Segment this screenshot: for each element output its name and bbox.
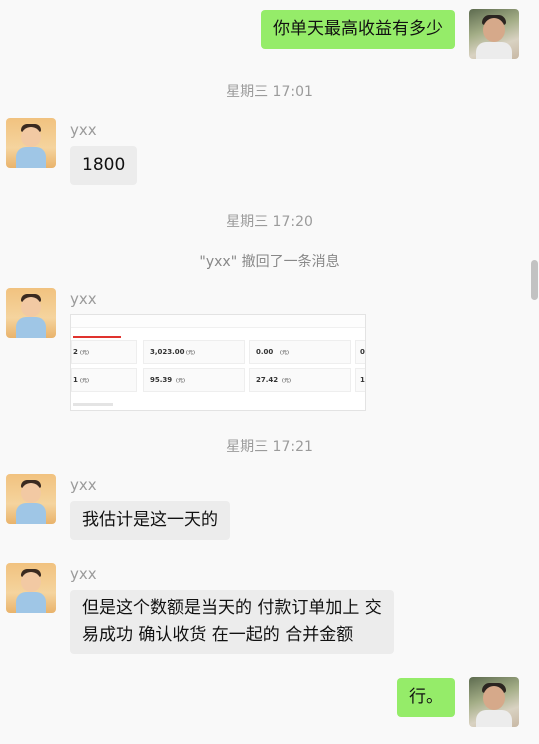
message-bubble-outgoing[interactable]: 你单天最高收益有多少 [261, 10, 455, 49]
contact-avatar[interactable] [6, 563, 56, 613]
message-bubble-incoming[interactable]: 1800 [70, 146, 138, 185]
stat-cell: 0.00 (元) [249, 340, 351, 364]
timestamp: 星期三 17:20 [226, 214, 313, 230]
contact-avatar[interactable] [6, 288, 56, 338]
contact-avatar[interactable] [6, 118, 56, 168]
contact-nickname: yxx [70, 121, 97, 139]
stat-cell: 2 (元) [71, 340, 137, 364]
contact-nickname: yxx [70, 476, 97, 494]
thumbnail-toolbar [71, 315, 365, 328]
scrollbar-thumb[interactable] [531, 260, 538, 300]
contact-nickname: yxx [70, 565, 97, 583]
self-avatar[interactable] [469, 677, 519, 727]
message-bubble-incoming[interactable]: 我估计是这一天的 [70, 501, 230, 540]
contact-avatar[interactable] [6, 474, 56, 524]
stat-cell: 1 (元) [71, 368, 137, 392]
stat-cell: 3,023.00 (元) [143, 340, 245, 364]
timestamp: 星期三 17:21 [226, 439, 313, 455]
message-line: 但是这个数额是当天的 付款订单加上 交 [82, 598, 382, 618]
thumbnail-footer [73, 403, 113, 406]
message-bubble-incoming[interactable]: 但是这个数额是当天的 付款订单加上 交 易成功 确认收货 在一起的 合并金额 [70, 590, 394, 654]
contact-nickname: yxx [70, 290, 97, 308]
message-line: 易成功 确认收货 在一起的 合并金额 [82, 625, 354, 645]
image-message-thumbnail[interactable]: 2 (元) 3,023.00 (元) 0.00 (元) 0 1 (元) 95.3… [70, 314, 366, 411]
message-bubble-outgoing[interactable]: 行。 [397, 678, 455, 717]
stat-cell: 95.39 (元) [143, 368, 245, 392]
stat-cell: 0 [355, 340, 365, 364]
stat-cell: 27.42 (元) [249, 368, 351, 392]
timestamp: 星期三 17:01 [226, 84, 313, 100]
recall-notice: "yxx" 撤回了一条消息 [199, 254, 340, 270]
self-avatar[interactable] [469, 9, 519, 59]
stat-cell: 1 [355, 368, 365, 392]
red-underline [73, 336, 121, 338]
